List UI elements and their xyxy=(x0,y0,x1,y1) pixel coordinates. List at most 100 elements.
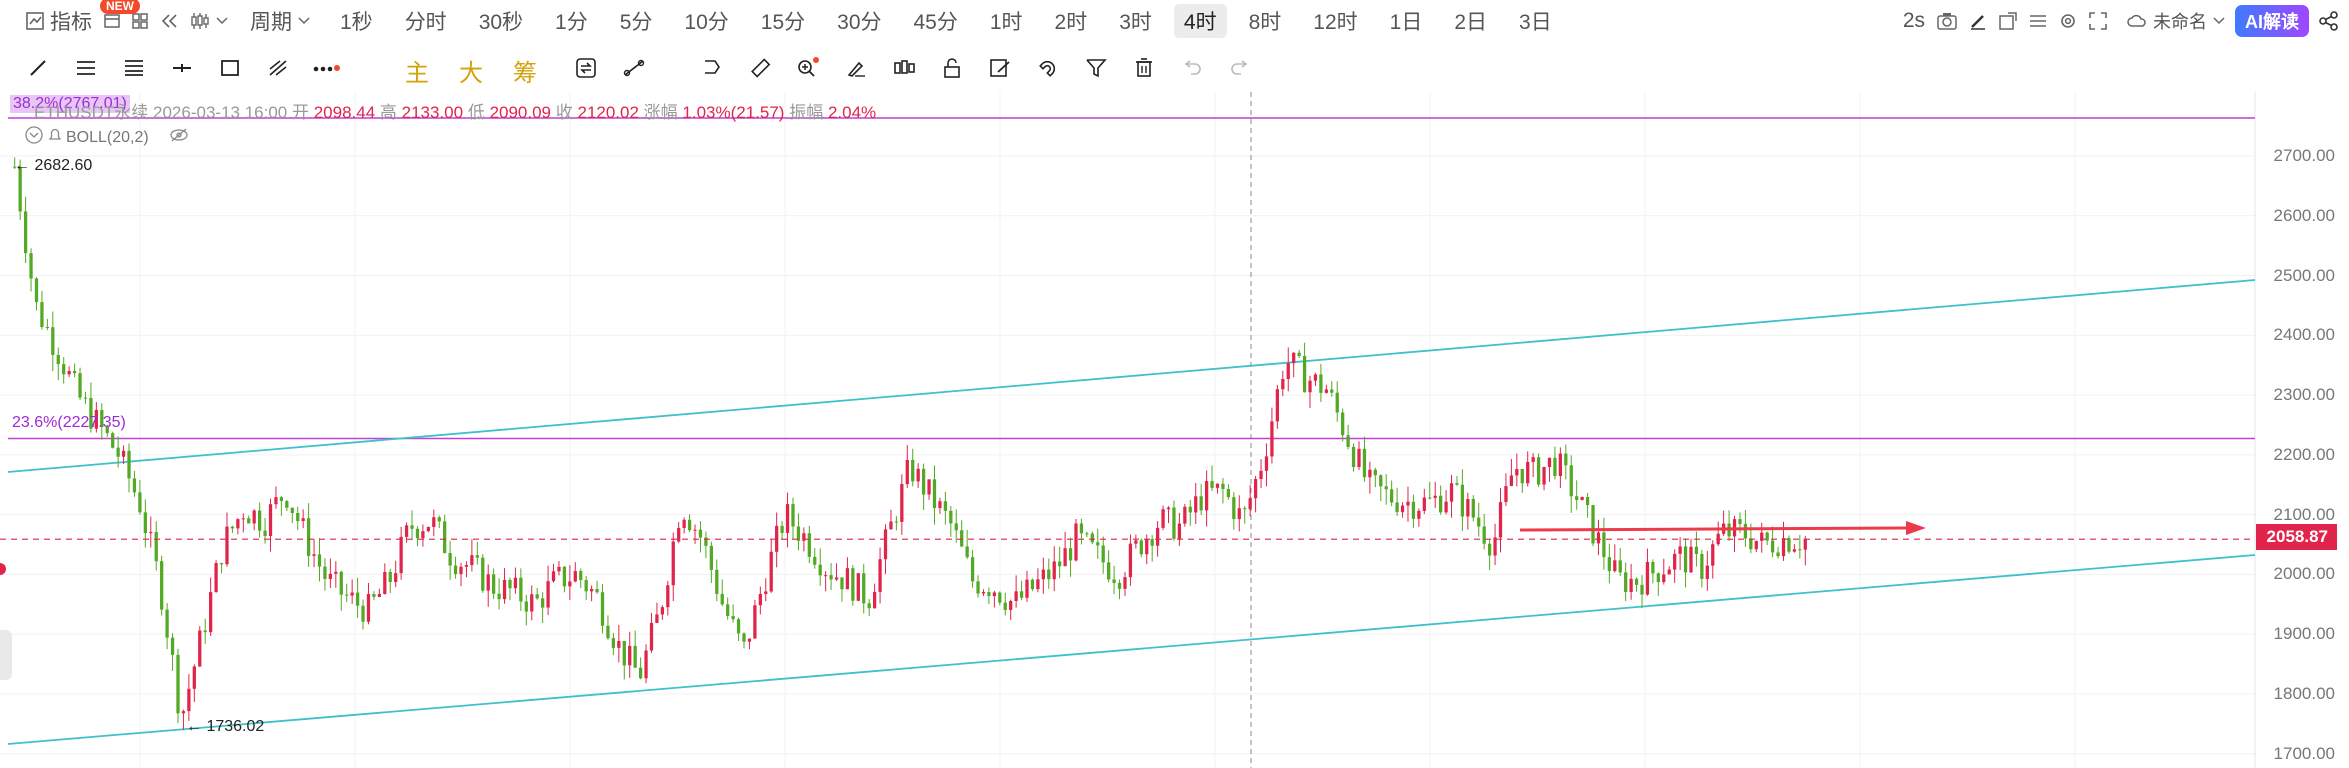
candle-body xyxy=(677,527,681,542)
horizontal-line-tool[interactable] xyxy=(158,52,206,88)
pattern-tool[interactable] xyxy=(254,52,302,88)
redo-button[interactable] xyxy=(1216,52,1264,88)
candle-body xyxy=(230,526,235,529)
candle-body xyxy=(693,529,697,531)
zoom-tool[interactable] xyxy=(784,52,832,88)
indicator-label: 指标 xyxy=(50,11,92,34)
fullscreen-button[interactable] xyxy=(2083,4,2113,38)
parallel-lines-icon xyxy=(75,59,97,82)
boll-label[interactable]: BOLL(20,2) xyxy=(66,129,149,147)
period-tab[interactable]: 12时 xyxy=(1303,4,1367,38)
delete-tool[interactable] xyxy=(1120,52,1168,88)
edit-tool[interactable] xyxy=(976,52,1024,88)
period-tab[interactable]: 30分 xyxy=(827,4,891,38)
undo-button[interactable] xyxy=(1168,52,1216,88)
candle-body xyxy=(198,630,202,667)
candle-body xyxy=(334,571,338,574)
period-tab[interactable]: 30秒 xyxy=(469,4,533,38)
ruler-tool[interactable] xyxy=(736,52,784,88)
candle-tool[interactable] xyxy=(880,52,928,88)
candle-body xyxy=(301,518,305,522)
period-tab[interactable]: 5分 xyxy=(610,4,663,38)
new-badge: NEW xyxy=(100,0,140,14)
period-tab[interactable]: 10分 xyxy=(674,4,738,38)
high-marker-value: 2682.60 xyxy=(34,157,93,174)
annotation-tool[interactable] xyxy=(688,52,736,88)
brush-tool[interactable] xyxy=(832,52,880,88)
period-tab[interactable]: 1秒 xyxy=(330,4,383,38)
candle-body xyxy=(949,510,953,524)
period-tab[interactable]: 1日 xyxy=(1380,4,1433,38)
period-tab[interactable]: 2日 xyxy=(1444,4,1497,38)
candle-body xyxy=(600,592,605,626)
fibonacci-tool[interactable] xyxy=(110,52,158,88)
candle-body xyxy=(459,566,463,575)
draw-button[interactable] xyxy=(1963,4,1993,38)
price-axis-tick: 1900.00 xyxy=(2273,624,2335,644)
lock-tool[interactable] xyxy=(928,52,976,88)
candle-body xyxy=(1406,501,1410,506)
measure-tool[interactable] xyxy=(610,52,658,88)
filter-tool[interactable] xyxy=(1072,52,1120,88)
eye-off-icon[interactable] xyxy=(169,127,189,148)
magnet-tool[interactable] xyxy=(1024,52,1072,88)
indicator-button[interactable]: 指标 NEW xyxy=(20,0,140,38)
main-force-tool[interactable]: 主 xyxy=(390,53,444,88)
candle-body xyxy=(464,565,469,567)
candle-body xyxy=(1651,561,1655,574)
candle-body xyxy=(154,532,158,562)
trendline-tool[interactable] xyxy=(14,52,62,88)
candle-body xyxy=(845,568,850,590)
swap-tool[interactable] xyxy=(562,52,610,88)
period-tab[interactable]: 1时 xyxy=(980,4,1033,38)
candle-body xyxy=(377,593,381,597)
candle-body xyxy=(279,497,284,502)
candle-body xyxy=(1694,546,1699,555)
more-tools[interactable] xyxy=(302,52,350,88)
screenshot-button[interactable] xyxy=(1931,4,1963,38)
candle-body xyxy=(1014,591,1018,601)
candle-body xyxy=(241,518,245,520)
period-tab[interactable]: 3时 xyxy=(1109,4,1162,38)
candle-body xyxy=(649,622,654,651)
layout-name-dropdown[interactable]: 未命名 xyxy=(2121,4,2231,38)
popout-button[interactable] xyxy=(1993,4,2023,38)
chip-tool[interactable]: 筹 xyxy=(498,53,552,88)
rewind-icon xyxy=(160,13,178,29)
period-tab[interactable]: 4时 xyxy=(1173,4,1227,38)
period-tab[interactable]: 45分 xyxy=(904,4,968,38)
share-button[interactable] xyxy=(2313,4,2345,38)
period-tab[interactable]: 15分 xyxy=(751,4,815,38)
price-chart[interactable] xyxy=(0,92,2349,768)
candle-body xyxy=(764,591,768,594)
candle-body xyxy=(1591,505,1595,544)
ruler-icon xyxy=(749,57,771,84)
parallel-channel-tool[interactable] xyxy=(62,52,110,88)
period-tab[interactable]: 1分 xyxy=(545,4,598,38)
candle-body xyxy=(388,571,392,583)
large-order-tool[interactable]: 大 xyxy=(444,53,498,88)
rectangle-icon xyxy=(220,59,240,82)
settings-button[interactable] xyxy=(2053,4,2083,38)
bell-icon[interactable] xyxy=(48,127,62,148)
list-button[interactable] xyxy=(2023,4,2053,38)
candle-body xyxy=(1553,457,1557,477)
period-tab[interactable]: 8时 xyxy=(1239,4,1292,38)
fib-level-236-label: 23.6%(2227.35) xyxy=(12,414,126,431)
high-value: 2133.00 xyxy=(401,103,464,122)
period-tab[interactable]: 2时 xyxy=(1045,4,1098,38)
candle-body xyxy=(470,555,474,566)
period-dropdown[interactable]: 周期 xyxy=(244,4,316,38)
interval-selector[interactable]: 2s xyxy=(1897,4,1931,38)
period-tab[interactable]: 3日 xyxy=(1509,4,1562,38)
side-panel-handle[interactable] xyxy=(0,630,12,680)
candlestick-icon xyxy=(190,12,210,30)
collapse-icon[interactable] xyxy=(24,125,44,150)
ai-analysis-button[interactable]: AI解读 xyxy=(2235,5,2309,37)
rectangle-tool[interactable] xyxy=(206,52,254,88)
candle-body xyxy=(1460,484,1465,517)
chart-type-button[interactable] xyxy=(184,4,234,38)
period-tab[interactable]: 分时 xyxy=(395,4,457,38)
candle-body xyxy=(1003,602,1007,610)
replay-button[interactable] xyxy=(154,4,184,38)
